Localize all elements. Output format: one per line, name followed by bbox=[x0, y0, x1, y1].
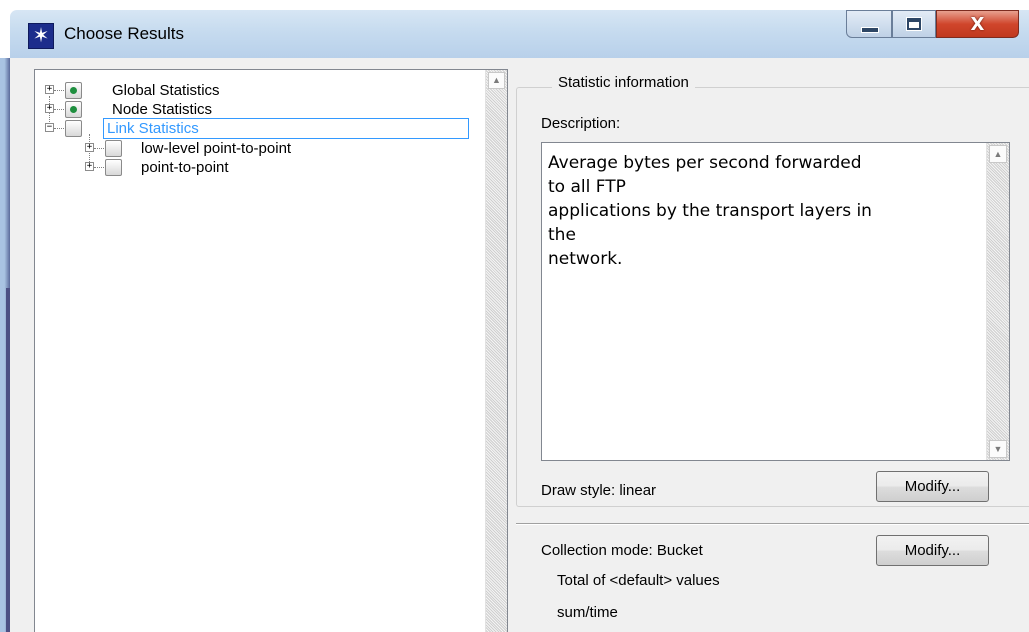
green-dot-icon bbox=[65, 82, 82, 99]
maximize-icon bbox=[906, 17, 922, 31]
tree-item-label: Node Statistics bbox=[112, 101, 213, 118]
window-frame-left bbox=[0, 58, 10, 632]
tree-item-point-to-point[interactable]: + point-to-point bbox=[35, 158, 475, 177]
expand-icon[interactable]: + bbox=[45, 85, 54, 94]
scroll-up-arrow-icon[interactable]: ▲ bbox=[488, 72, 505, 89]
close-icon: X bbox=[970, 14, 985, 35]
close-button[interactable]: X bbox=[936, 10, 1019, 38]
tree-item-link-statistics[interactable]: − Link Statistics bbox=[35, 118, 485, 139]
tree-item-global-statistics[interactable]: + Global Statistics bbox=[35, 81, 475, 100]
tree-item-node-statistics[interactable]: + Node Statistics bbox=[35, 100, 475, 119]
section-divider bbox=[516, 523, 1029, 525]
description-label: Description: bbox=[541, 115, 621, 132]
tree-item-label-selected: Link Statistics bbox=[103, 118, 469, 139]
scroll-up-arrow-icon[interactable]: ▲ bbox=[989, 145, 1007, 163]
tree-item-label: Global Statistics bbox=[112, 82, 220, 99]
draw-style-modify-button[interactable]: Modify... bbox=[876, 471, 989, 502]
green-dot-icon bbox=[65, 101, 82, 118]
tree-scrollbar[interactable]: ▲ bbox=[485, 70, 507, 632]
maximize-button[interactable] bbox=[892, 10, 936, 38]
description-textbox[interactable]: Average bytes per second forwarded to al… bbox=[541, 142, 1010, 461]
description-text: Average bytes per second forwarded to al… bbox=[548, 153, 872, 269]
expand-icon[interactable]: + bbox=[45, 104, 54, 113]
window-title: Choose Results bbox=[64, 24, 185, 43]
scroll-down-arrow-icon[interactable]: ▼ bbox=[989, 440, 1007, 458]
description-scrollbar[interactable]: ▲ ▼ bbox=[986, 143, 1009, 460]
expand-icon[interactable]: + bbox=[85, 143, 94, 152]
total-of-label: Total of <default> values bbox=[557, 572, 720, 589]
statistics-tree[interactable]: + Global Statistics + Node Statistics − … bbox=[34, 69, 508, 632]
draw-style-label: Draw style: linear bbox=[541, 482, 657, 499]
sum-time-label: sum/time bbox=[557, 604, 618, 621]
group-title: Statistic information bbox=[552, 74, 695, 91]
tree-item-label: point-to-point bbox=[141, 159, 229, 176]
star-burst-icon: ✶ bbox=[28, 23, 54, 49]
expand-icon[interactable]: + bbox=[85, 162, 94, 171]
empty-box-icon bbox=[65, 120, 82, 137]
collection-mode-modify-button[interactable]: Modify... bbox=[876, 535, 989, 566]
collapse-icon[interactable]: − bbox=[45, 123, 54, 132]
title-bar[interactable]: ✶ Choose Results X bbox=[10, 10, 1029, 58]
empty-box-icon bbox=[105, 159, 122, 176]
choose-results-window: ✶ Choose Results X + Global Statistics + bbox=[0, 0, 1029, 632]
collection-mode-label: Collection mode: Bucket bbox=[541, 542, 703, 559]
tree-item-low-level-point-to-point[interactable]: + low-level point-to-point bbox=[35, 139, 475, 158]
dialog-client-area: + Global Statistics + Node Statistics − … bbox=[10, 58, 1029, 632]
minimize-icon bbox=[861, 27, 879, 33]
empty-box-icon bbox=[105, 140, 122, 157]
minimize-button[interactable] bbox=[846, 10, 892, 38]
tree-item-label: low-level point-to-point bbox=[141, 140, 292, 157]
